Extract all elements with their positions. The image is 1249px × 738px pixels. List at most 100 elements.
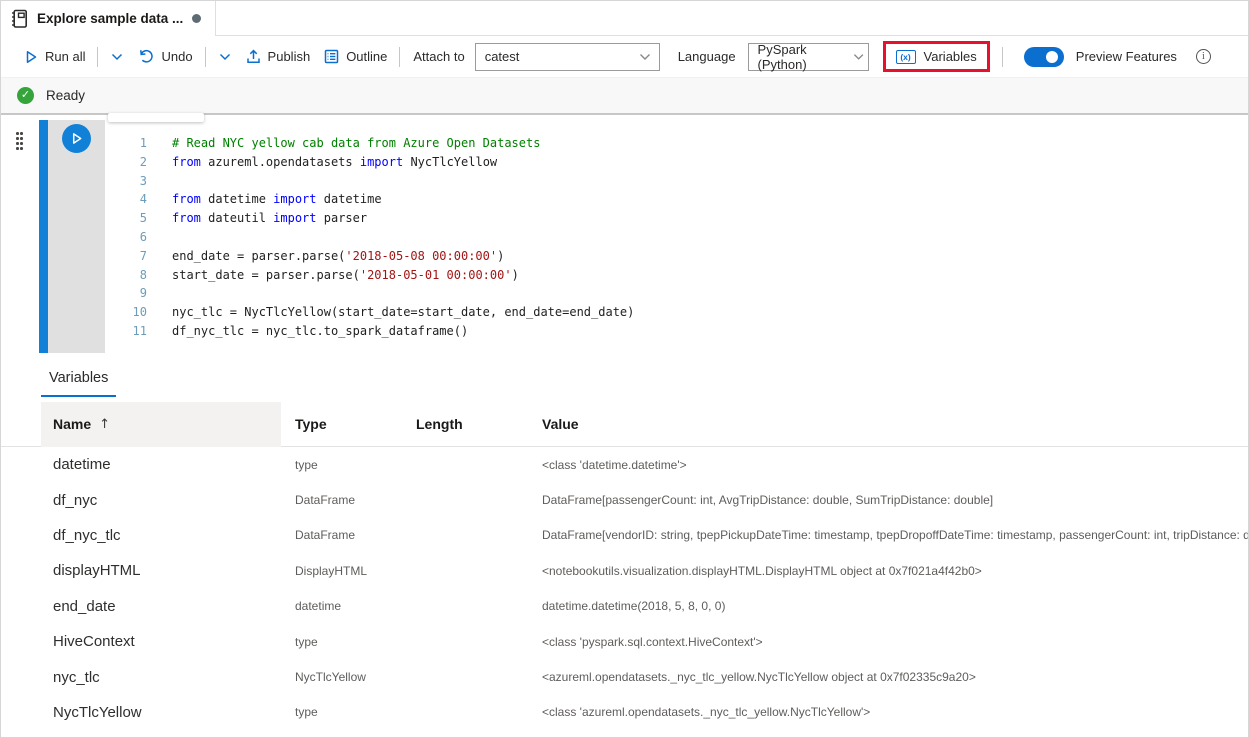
outline-button[interactable]: Outline <box>317 44 394 69</box>
code-text: end_date = parser.parse('2018-05-08 00:0… <box>147 247 504 266</box>
variables-icon: (x) <box>896 50 916 64</box>
outline-label: Outline <box>346 49 387 64</box>
variable-row[interactable]: NycTlcYellowtype<class 'azureml.opendata… <box>1 695 1248 730</box>
run-all-button[interactable]: Run all <box>17 44 92 69</box>
cell-val: <class 'azureml.opendatasets._nyc_tlc_ye… <box>524 705 1248 719</box>
language-dropdown[interactable]: PySpark (Python) <box>748 43 869 71</box>
code-line: 2from azureml.opendatasets import NycTlc… <box>105 153 1248 172</box>
code-line: 5from dateutil import parser <box>105 209 1248 228</box>
undo-options-chevron-button[interactable] <box>211 48 239 66</box>
code-text <box>147 284 172 303</box>
code-line: 10nyc_tlc = NycTlcYellow(start_date=star… <box>105 303 1248 322</box>
line-number: 6 <box>105 228 147 247</box>
run-options-chevron-button[interactable] <box>103 48 131 66</box>
column-header-name[interactable]: Name ↑ <box>41 402 281 447</box>
line-number: 5 <box>105 209 147 228</box>
variable-row[interactable]: HiveContexttype<class 'pyspark.sql.conte… <box>1 624 1248 659</box>
variable-row[interactable]: df_nycDataFrameDataFrame[passengerCount:… <box>1 482 1248 517</box>
cell-type: type <box>281 458 401 472</box>
code-line: 3 <box>105 172 1248 191</box>
cell-type: type <box>281 635 401 649</box>
preview-features-label: Preview Features <box>1076 49 1177 64</box>
undo-button[interactable]: Undo <box>131 44 199 69</box>
code-line: 1# Read NYC yellow cab data from Azure O… <box>105 134 1248 153</box>
toolbar-separator <box>399 47 400 67</box>
cell-name: df_nyc <box>41 492 281 509</box>
cell-name: HiveContext <box>41 633 281 650</box>
publish-button[interactable]: Publish <box>239 44 318 69</box>
notebook-main-area: 1# Read NYC yellow cab data from Azure O… <box>1 120 1248 738</box>
cell-type: NycTlcYellow <box>281 670 401 684</box>
outline-icon <box>324 49 339 64</box>
language-label: Language <box>678 49 736 64</box>
toolbar-separator <box>97 47 98 67</box>
cell-name: end_date <box>41 598 281 615</box>
code-text: start_date = parser.parse('2018-05-01 00… <box>147 266 519 285</box>
play-icon <box>70 132 83 145</box>
cell-val: DataFrame[vendorID: string, tpepPickupDa… <box>524 528 1248 542</box>
line-number: 2 <box>105 153 147 172</box>
publish-upload-icon <box>246 49 261 64</box>
line-number: 8 <box>105 266 147 285</box>
variables-table: Name ↑ Type Length Value datetime type <cl… <box>1 402 1248 730</box>
cell-type: DisplayHTML <box>281 564 401 578</box>
line-number: 10 <box>105 303 147 322</box>
unsaved-changes-dot <box>192 14 201 23</box>
code-text: from azureml.opendatasets import NycTlcY… <box>147 153 497 172</box>
cell-val: datetime.datetime(2018, 5, 8, 0, 0) <box>524 599 1248 613</box>
tab-bar: Explore sample data ... <box>1 1 1248 36</box>
code-line: 8start_date = parser.parse('2018-05-01 0… <box>105 266 1248 285</box>
variable-row[interactable]: displayHTMLDisplayHTML<notebookutils.vis… <box>1 553 1248 588</box>
cell-val: <notebookutils.visualization.displayHTML… <box>524 564 1248 578</box>
toolbar-separator <box>1002 47 1003 67</box>
status-text: Ready <box>46 88 85 103</box>
notebook-window: Explore sample data ... Run all Undo <box>0 0 1249 738</box>
code-line: 4from datetime import datetime <box>105 190 1248 209</box>
variables-button[interactable]: (x) Variables <box>887 45 986 68</box>
undo-label: Undo <box>161 49 192 64</box>
run-all-label: Run all <box>45 49 85 64</box>
column-header-value[interactable]: Value <box>524 416 1248 432</box>
ready-check-icon: ✓ <box>17 87 34 104</box>
variable-row[interactable]: df_nyc_tlcDataFrameDataFrame[vendorID: s… <box>1 518 1248 553</box>
cell-val: <azureml.opendatasets._nyc_tlc_yellow.Ny… <box>524 670 1248 684</box>
drag-dots-icon <box>16 132 24 353</box>
column-header-type[interactable]: Type <box>281 416 401 432</box>
variable-row[interactable]: nyc_tlcNycTlcYellow <azureml.opendatasets… <box>1 659 1248 694</box>
line-number: 4 <box>105 190 147 209</box>
toggle-knob <box>1046 51 1058 63</box>
play-icon <box>24 50 38 64</box>
code-lines: 1# Read NYC yellow cab data from Azure O… <box>105 134 1248 341</box>
cell-type: DataFrame <box>281 528 401 542</box>
cell-type: datetime <box>281 599 401 613</box>
attach-to-dropdown[interactable]: catest <box>475 43 660 71</box>
code-text: # Read NYC yellow cab data from Azure Op… <box>147 134 540 153</box>
preview-features-toggle[interactable] <box>1024 47 1064 67</box>
variables-panel: Variables Name ↑ Type Length Value datet… <box>1 369 1248 730</box>
notebook-toolbar: Run all Undo Publish Outline <box>1 36 1248 78</box>
column-header-length[interactable]: Length <box>401 416 524 432</box>
variable-row[interactable]: end_datedatetime datetime.datetime(2018, … <box>1 589 1248 624</box>
code-editor[interactable]: 1# Read NYC yellow cab data from Azure O… <box>105 120 1248 353</box>
code-line: 11df_nyc_tlc = nyc_tlc.to_spark_datafram… <box>105 322 1248 341</box>
attach-to-label: Attach to <box>413 49 464 64</box>
variables-table-body: datetime type <class 'datetime.datetime'> d… <box>1 447 1248 730</box>
line-number: 7 <box>105 247 147 266</box>
code-text: from datetime import datetime <box>147 190 382 209</box>
chevron-down-icon <box>639 53 651 61</box>
tab-explore-sample-data[interactable]: Explore sample data ... <box>1 1 216 36</box>
variable-row[interactable]: datetimetype<class 'datetime.datetime'> <box>1 447 1248 482</box>
code-text <box>147 172 172 191</box>
cell-type: DataFrame <box>281 493 401 507</box>
run-cell-button[interactable] <box>62 124 91 153</box>
notebook-icon <box>11 9 28 29</box>
line-number: 3 <box>105 172 147 191</box>
publish-label: Publish <box>268 49 311 64</box>
info-icon[interactable]: i <box>1196 49 1211 64</box>
cell-type: type <box>281 705 401 719</box>
cell-val: <class 'datetime.datetime'> <box>524 458 1248 472</box>
attach-to-value: catest <box>485 49 520 64</box>
cell-drag-handle[interactable] <box>1 120 39 353</box>
variables-panel-tab[interactable]: Variables <box>41 370 116 397</box>
cell-name: nyc_tlc <box>41 669 281 686</box>
